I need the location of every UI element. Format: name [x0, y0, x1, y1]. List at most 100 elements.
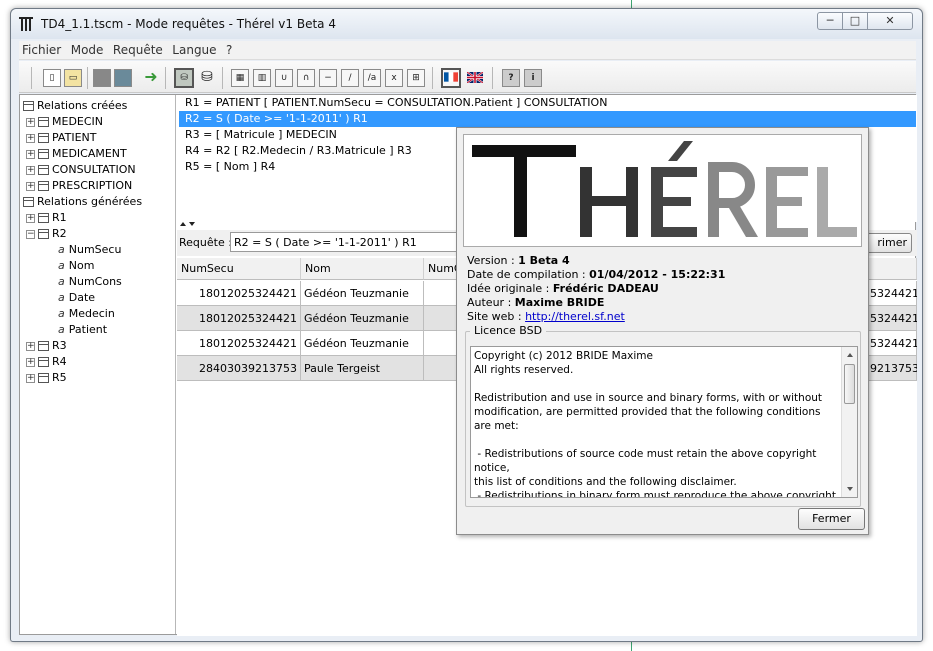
website-line: Site web : http://therel.sf.net — [467, 310, 625, 323]
info-icon[interactable]: i — [524, 69, 542, 87]
menu-help[interactable]: ? — [223, 41, 235, 57]
attribute-icon: a — [58, 323, 65, 336]
toolbar-separator — [87, 67, 88, 89]
tree-generated-header[interactable]: Relations générées — [23, 194, 142, 210]
selection-icon[interactable]: /a — [363, 69, 381, 87]
tree-item-consultation[interactable]: + CONSULTATION — [26, 162, 136, 178]
difference-icon[interactable]: − — [319, 69, 337, 87]
menu-fichier[interactable]: Fichier — [19, 41, 64, 57]
division-icon[interactable]: / — [341, 69, 359, 87]
table-cell[interactable]: Gédéon Teuzmanie — [301, 281, 424, 306]
tree-item-medecin[interactable]: + MEDECIN — [26, 114, 103, 130]
expand-icon[interactable]: + — [26, 181, 35, 191]
tree-item-medicament[interactable]: + MEDICAMENT — [26, 146, 127, 162]
tree-attr-nom[interactable]: a Nom — [58, 258, 94, 274]
scroll-up-icon[interactable] — [842, 350, 858, 360]
query-label: Requête : — [179, 236, 232, 249]
about-close-button[interactable]: Fermer — [798, 508, 865, 530]
column-header-nom[interactable]: Nom — [301, 258, 424, 280]
menu-requete[interactable]: Requête — [110, 41, 166, 57]
tree-attr-patient[interactable]: a Patient — [58, 322, 107, 338]
original-idea-line: Idée originale : Frédéric DADEAU — [467, 282, 659, 295]
title-bar: TD4_1.1.tscm - Mode requêtes - Thérel v1… — [11, 9, 922, 39]
tree-attr-numcons[interactable]: a NumCons — [58, 274, 122, 290]
menu-langue[interactable]: Langue — [169, 41, 219, 57]
maximize-button[interactable]: □ — [842, 12, 868, 30]
export-icon[interactable]: ➜ — [142, 69, 160, 87]
collapse-icon[interactable]: − — [26, 229, 35, 239]
table-icon — [38, 117, 49, 127]
tree-attr-numsecu[interactable]: a NumSecu — [58, 242, 121, 258]
flag-french-icon[interactable] — [441, 68, 461, 88]
compile-date-line: Date de compilation : 01/04/2012 - 15:22… — [467, 268, 726, 281]
query-input[interactable] — [230, 232, 470, 252]
new-file-icon[interactable]: ▯ — [43, 69, 61, 87]
tree-item-patient[interactable]: + PATIENT — [26, 130, 96, 146]
union-icon[interactable]: ∪ — [275, 69, 293, 87]
licence-textarea[interactable]: Copyright (c) 2012 BRIDE Maxime All righ… — [470, 346, 858, 498]
open-folder-icon[interactable]: ▭ — [64, 69, 82, 87]
website-link[interactable]: http://therel.sf.net — [525, 310, 625, 323]
expand-icon[interactable]: + — [26, 165, 35, 175]
flag-english-icon[interactable] — [466, 69, 484, 87]
table-icon — [38, 229, 49, 239]
window-title: TD4_1.1.tscm - Mode requêtes - Thérel v1… — [41, 17, 336, 31]
table-cell[interactable]: Gédéon Teuzmanie — [301, 306, 424, 331]
therel-logo-graphic — [472, 141, 857, 237]
table-cell[interactable]: 5324421 — [867, 281, 917, 306]
expand-icon[interactable]: + — [26, 341, 35, 351]
attribute-icon: a — [58, 243, 65, 256]
relation-row-selected[interactable]: R2 = S ( Date >= '1-1-2011' ) R1 — [179, 111, 916, 127]
tree-attr-medecin[interactable]: a Medecin — [58, 306, 115, 322]
tree-attr-date[interactable]: a Date — [58, 290, 95, 306]
table-icon[interactable]: ▦ — [231, 69, 249, 87]
scroll-down-icon[interactable] — [842, 484, 858, 494]
expand-icon[interactable]: + — [26, 213, 35, 223]
table-cell[interactable]: 5324421 — [867, 331, 917, 356]
close-button[interactable]: ✕ — [867, 12, 913, 30]
help-icon[interactable]: ? — [502, 69, 520, 87]
expand-icon[interactable]: + — [26, 357, 35, 367]
database-relation-icon[interactable]: ⛁ — [174, 68, 194, 88]
table-icon — [38, 373, 49, 383]
tree-item-r5[interactable]: + R5 — [26, 370, 67, 386]
tree-item-r4[interactable]: + R4 — [26, 354, 67, 370]
table-cell[interactable]: Gédéon Teuzmanie — [301, 331, 424, 356]
app-logo-icon — [19, 17, 33, 31]
relations-folder-icon — [23, 101, 34, 111]
save-icon[interactable] — [114, 69, 132, 87]
table-cell[interactable]: 5324421 — [867, 306, 917, 331]
attribute-icon: a — [58, 307, 65, 320]
version-line: Version : 1 Beta 4 — [467, 254, 570, 267]
tree-item-r1[interactable]: + R1 — [26, 210, 67, 226]
table-cell[interactable]: 18012025324421 — [177, 331, 301, 356]
table-cell[interactable]: 28403039213753 — [177, 356, 301, 381]
table-cell[interactable]: 18012025324421 — [177, 306, 301, 331]
table-cell[interactable]: 9213753 — [867, 356, 917, 381]
intersection-icon[interactable]: ∩ — [297, 69, 315, 87]
licence-scrollbar[interactable] — [841, 347, 857, 497]
menu-mode[interactable]: Mode — [68, 41, 107, 57]
tree-item-r2[interactable]: − R2 — [26, 226, 67, 242]
column-header-numsecu[interactable]: NumSecu — [177, 258, 301, 280]
save-disabled-icon[interactable] — [93, 69, 111, 87]
expand-icon[interactable]: + — [26, 149, 35, 159]
table-cell[interactable]: Paule Tergeist — [301, 356, 424, 381]
join-icon[interactable]: ⊞ — [407, 69, 425, 87]
minimize-button[interactable]: ─ — [817, 12, 843, 30]
table-cell[interactable]: 18012025324421 — [177, 281, 301, 306]
database-generated-icon[interactable]: ⛁ — [198, 69, 216, 87]
tree-item-r3[interactable]: + R3 — [26, 338, 67, 354]
expand-icon[interactable]: + — [26, 117, 35, 127]
licence-group: Licence BSD Copyright (c) 2012 BRIDE Max… — [465, 324, 861, 507]
table-columns-icon[interactable]: ▥ — [253, 69, 271, 87]
relation-row[interactable]: R1 = PATIENT [ PATIENT.NumSecu = CONSULT… — [179, 95, 916, 111]
tree-created-header[interactable]: Relations créées — [23, 98, 127, 114]
expand-icon[interactable]: + — [26, 133, 35, 143]
tree-item-prescription[interactable]: + PRESCRIPTION — [26, 178, 132, 194]
scroll-thumb[interactable] — [844, 364, 855, 404]
attribute-icon: a — [58, 275, 65, 288]
product-icon[interactable]: x — [385, 69, 403, 87]
table-icon — [38, 149, 49, 159]
expand-icon[interactable]: + — [26, 373, 35, 383]
